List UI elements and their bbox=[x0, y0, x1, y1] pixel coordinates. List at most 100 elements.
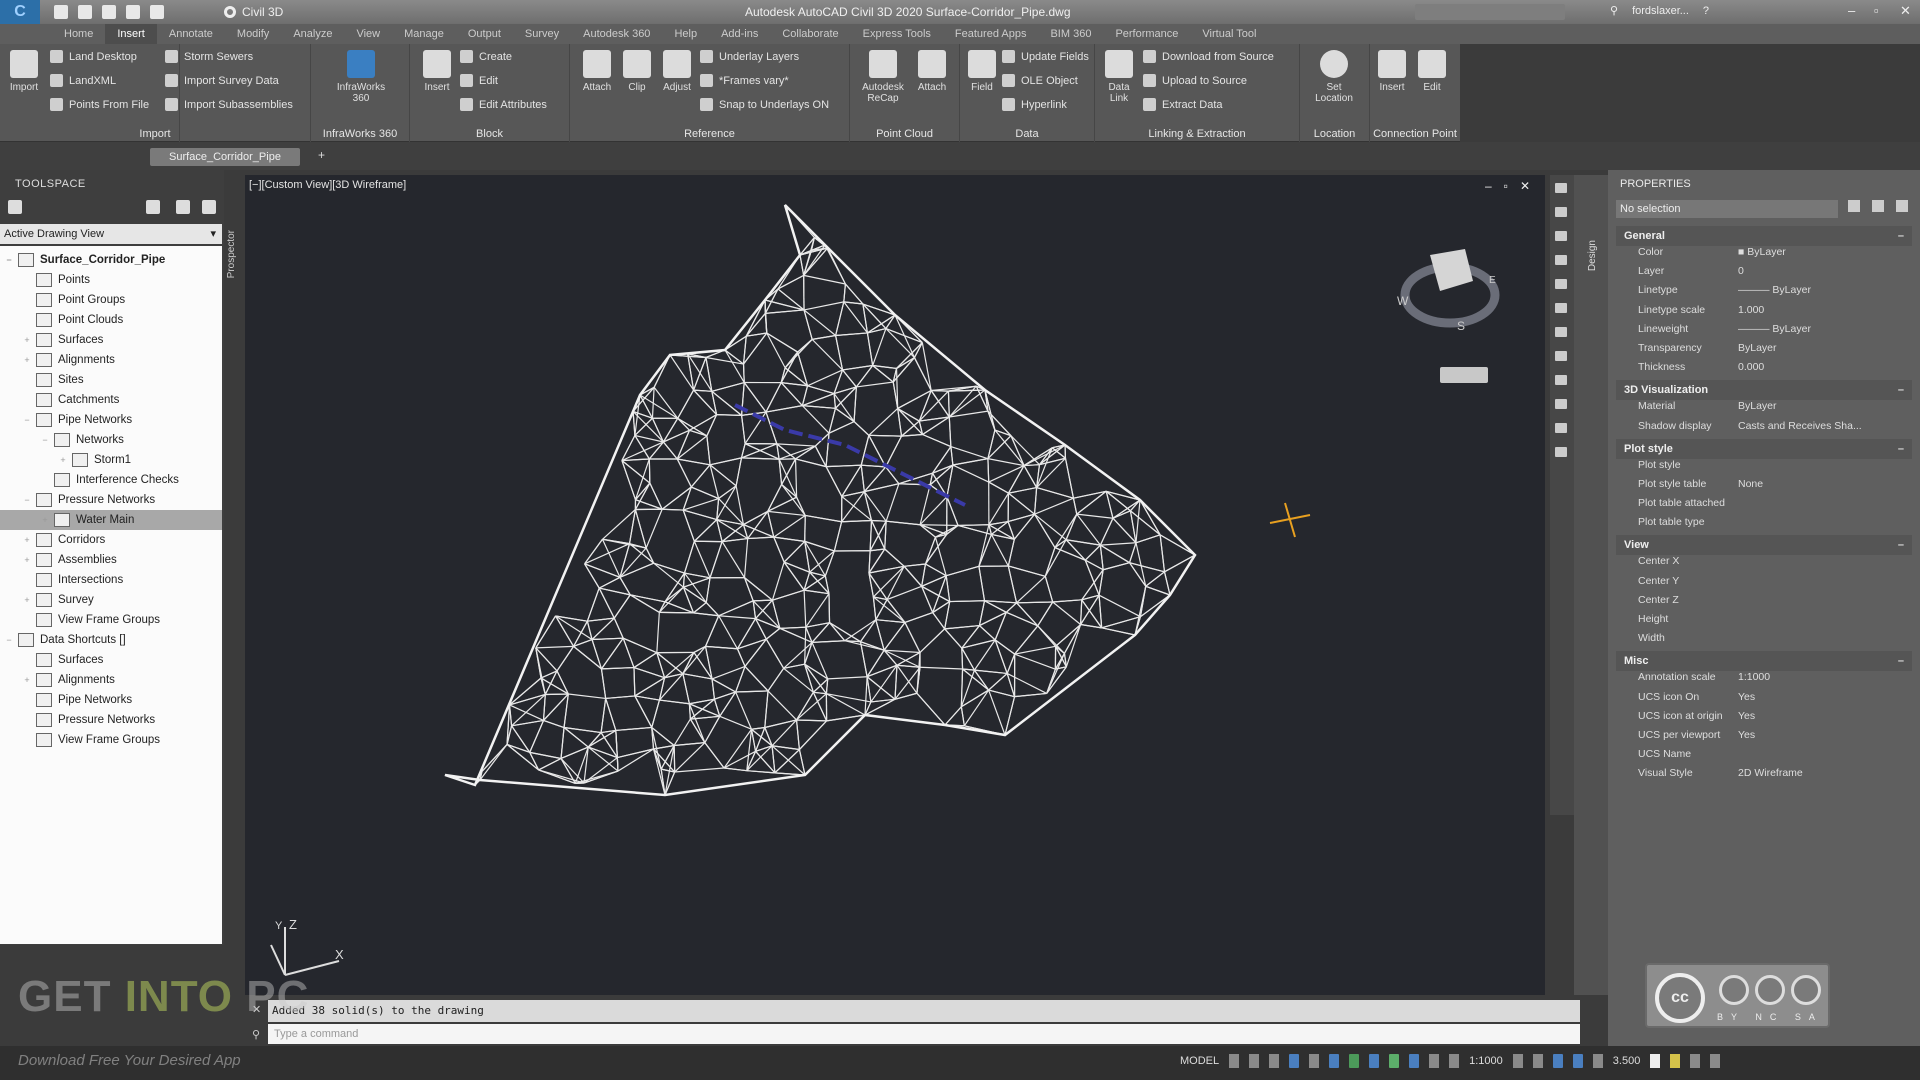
tree-node[interactable]: View Frame Groups bbox=[0, 610, 222, 630]
upload-to-source-button[interactable]: Upload to Source bbox=[1143, 74, 1247, 87]
compass-e[interactable]: E bbox=[1489, 275, 1496, 286]
compass-w[interactable]: W bbox=[1397, 294, 1409, 308]
object-snap-icon[interactable] bbox=[1349, 1054, 1360, 1068]
tab-express-tools[interactable]: Express Tools bbox=[851, 24, 943, 44]
expand-toggle-icon[interactable]: + bbox=[22, 675, 32, 685]
expand-toggle-icon[interactable]: + bbox=[40, 515, 50, 525]
print-icon[interactable] bbox=[126, 5, 140, 19]
tree-node[interactable]: + Water Main bbox=[0, 510, 222, 530]
edit-connection-button[interactable]: Edit bbox=[1410, 50, 1454, 93]
viewcube[interactable]: W S E bbox=[1395, 235, 1505, 345]
tab-home[interactable]: Home bbox=[52, 24, 105, 44]
help-icon[interactable] bbox=[202, 200, 216, 214]
tab-help[interactable]: Help bbox=[662, 24, 709, 44]
hyperlink-button[interactable]: Hyperlink bbox=[1002, 98, 1067, 111]
tree-node[interactable]: − Data Shortcuts [] bbox=[0, 630, 222, 650]
center-icon[interactable] bbox=[1555, 375, 1567, 385]
property-row[interactable]: Annotation scale 1:1000 bbox=[1616, 671, 1912, 690]
expand-toggle-icon[interactable]: + bbox=[58, 455, 68, 465]
quick-select-icon[interactable] bbox=[1896, 200, 1908, 212]
snap-mode-icon[interactable] bbox=[1249, 1054, 1260, 1068]
expand-toggle-icon[interactable]: − bbox=[40, 435, 50, 445]
property-value[interactable]: ByLayer bbox=[1738, 400, 1912, 419]
minimize-icon[interactable]: – bbox=[1485, 179, 1492, 193]
expand-toggle-icon[interactable]: + bbox=[22, 595, 32, 605]
expand-toggle-icon[interactable]: − bbox=[4, 255, 14, 265]
lineweight-icon[interactable] bbox=[1369, 1054, 1380, 1068]
insert-block-button[interactable]: Insert bbox=[415, 50, 459, 93]
infraworks-button[interactable]: InfraWorks 360 bbox=[331, 50, 391, 104]
property-value[interactable]: Yes bbox=[1738, 691, 1912, 710]
tree-node[interactable]: Points bbox=[0, 270, 222, 290]
expand-toggle-icon[interactable]: + bbox=[22, 355, 32, 365]
fly-icon[interactable] bbox=[1555, 351, 1567, 361]
hardware-acceleration-icon[interactable] bbox=[1670, 1054, 1681, 1068]
close-icon[interactable]: ✕ bbox=[1520, 179, 1530, 193]
property-value[interactable]: 1:1000 bbox=[1738, 671, 1912, 690]
expand-toggle-icon[interactable]: + bbox=[22, 555, 32, 565]
category-plot-style[interactable]: Plot style bbox=[1616, 438, 1912, 459]
property-value[interactable] bbox=[1738, 632, 1912, 651]
property-row[interactable]: UCS Name bbox=[1616, 748, 1912, 767]
tab-virtual-tool[interactable]: Virtual Tool bbox=[1190, 24, 1268, 44]
category-3d-visualization[interactable]: 3D Visualization bbox=[1616, 380, 1912, 401]
import-subassemblies-button[interactable]: Import Subassemblies bbox=[165, 98, 293, 111]
expand-toggle-icon[interactable]: − bbox=[4, 635, 14, 645]
realtime-zoom-icon[interactable] bbox=[1555, 399, 1567, 409]
property-row[interactable]: Center X bbox=[1616, 555, 1912, 574]
selection-dropdown[interactable]: No selection bbox=[1616, 200, 1838, 218]
tree-node[interactable]: + Alignments bbox=[0, 670, 222, 690]
tab-autodesk-360[interactable]: Autodesk 360 bbox=[571, 24, 662, 44]
select-objects-icon[interactable] bbox=[1872, 200, 1884, 212]
property-value[interactable]: Casts and Receives Sha... bbox=[1738, 420, 1912, 439]
property-row[interactable]: Center Z bbox=[1616, 594, 1912, 613]
selection-cycling-icon[interactable] bbox=[1409, 1054, 1420, 1068]
polar-tracking-icon[interactable] bbox=[1289, 1054, 1300, 1068]
tree-node[interactable]: View Frame Groups bbox=[0, 730, 222, 750]
category-view[interactable]: View bbox=[1616, 535, 1912, 556]
expand-toggle-icon[interactable]: − bbox=[22, 495, 32, 505]
property-value[interactable] bbox=[1738, 748, 1912, 767]
panel-label-reference[interactable]: Reference bbox=[570, 128, 849, 140]
prospector-side-tab[interactable]: Prospector bbox=[226, 230, 237, 278]
attach-button[interactable]: Attach bbox=[575, 50, 619, 93]
object-snap-tracking-icon[interactable] bbox=[1329, 1054, 1340, 1068]
property-row[interactable]: Layer 0 bbox=[1616, 265, 1912, 284]
field-button[interactable]: Field bbox=[962, 50, 1002, 93]
property-row[interactable]: Plot table type bbox=[1616, 516, 1912, 535]
customization-menu-icon[interactable] bbox=[1710, 1054, 1721, 1068]
restore-icon[interactable]: ▫ bbox=[1504, 179, 1508, 193]
elevation-value[interactable]: 3.500 bbox=[1613, 1055, 1641, 1067]
close-icon[interactable]: ✕ bbox=[1900, 3, 1911, 19]
edit-attributes-button[interactable]: Edit Attributes bbox=[460, 98, 547, 111]
clean-screen-icon[interactable] bbox=[1690, 1054, 1701, 1068]
property-row[interactable]: Transparency ByLayer bbox=[1616, 342, 1912, 361]
units-icon[interactable] bbox=[1552, 1054, 1563, 1068]
panel-label-import[interactable]: Import bbox=[0, 128, 310, 140]
undo-icon[interactable] bbox=[150, 5, 164, 19]
property-value[interactable] bbox=[1738, 575, 1912, 594]
pan-tool-icon[interactable] bbox=[1555, 423, 1567, 433]
property-value[interactable]: 0 bbox=[1738, 265, 1912, 284]
tree-node[interactable]: + Corridors bbox=[0, 530, 222, 550]
grid-icon[interactable] bbox=[1229, 1054, 1240, 1068]
help-icon[interactable]: ? bbox=[1703, 5, 1709, 17]
new-tab-icon[interactable]: + bbox=[318, 148, 325, 162]
property-row[interactable]: UCS per viewport Yes bbox=[1616, 729, 1912, 748]
points-from-file-button[interactable]: Points From File bbox=[50, 98, 149, 111]
tab-annotate[interactable]: Annotate bbox=[157, 24, 225, 44]
binoculars-icon[interactable]: ⚲ bbox=[1610, 4, 1618, 17]
tab-view[interactable]: View bbox=[344, 24, 392, 44]
tree-node[interactable]: − Pressure Networks bbox=[0, 490, 222, 510]
lock-ui-icon[interactable] bbox=[1592, 1054, 1603, 1068]
tab-collaborate[interactable]: Collaborate bbox=[770, 24, 850, 44]
design-side-tab[interactable]: Design bbox=[1587, 240, 1598, 271]
tree-node[interactable]: − Networks bbox=[0, 430, 222, 450]
tab-featured-apps[interactable]: Featured Apps bbox=[943, 24, 1039, 44]
zoom-extents-icon[interactable] bbox=[1555, 207, 1567, 217]
property-row[interactable]: Visual Style 2D Wireframe bbox=[1616, 767, 1912, 786]
tab-performance[interactable]: Performance bbox=[1103, 24, 1190, 44]
property-row[interactable]: Linetype ——— ByLayer bbox=[1616, 284, 1912, 303]
adjust-button[interactable]: Adjust bbox=[655, 50, 699, 93]
create-block-button[interactable]: Create bbox=[460, 50, 512, 63]
